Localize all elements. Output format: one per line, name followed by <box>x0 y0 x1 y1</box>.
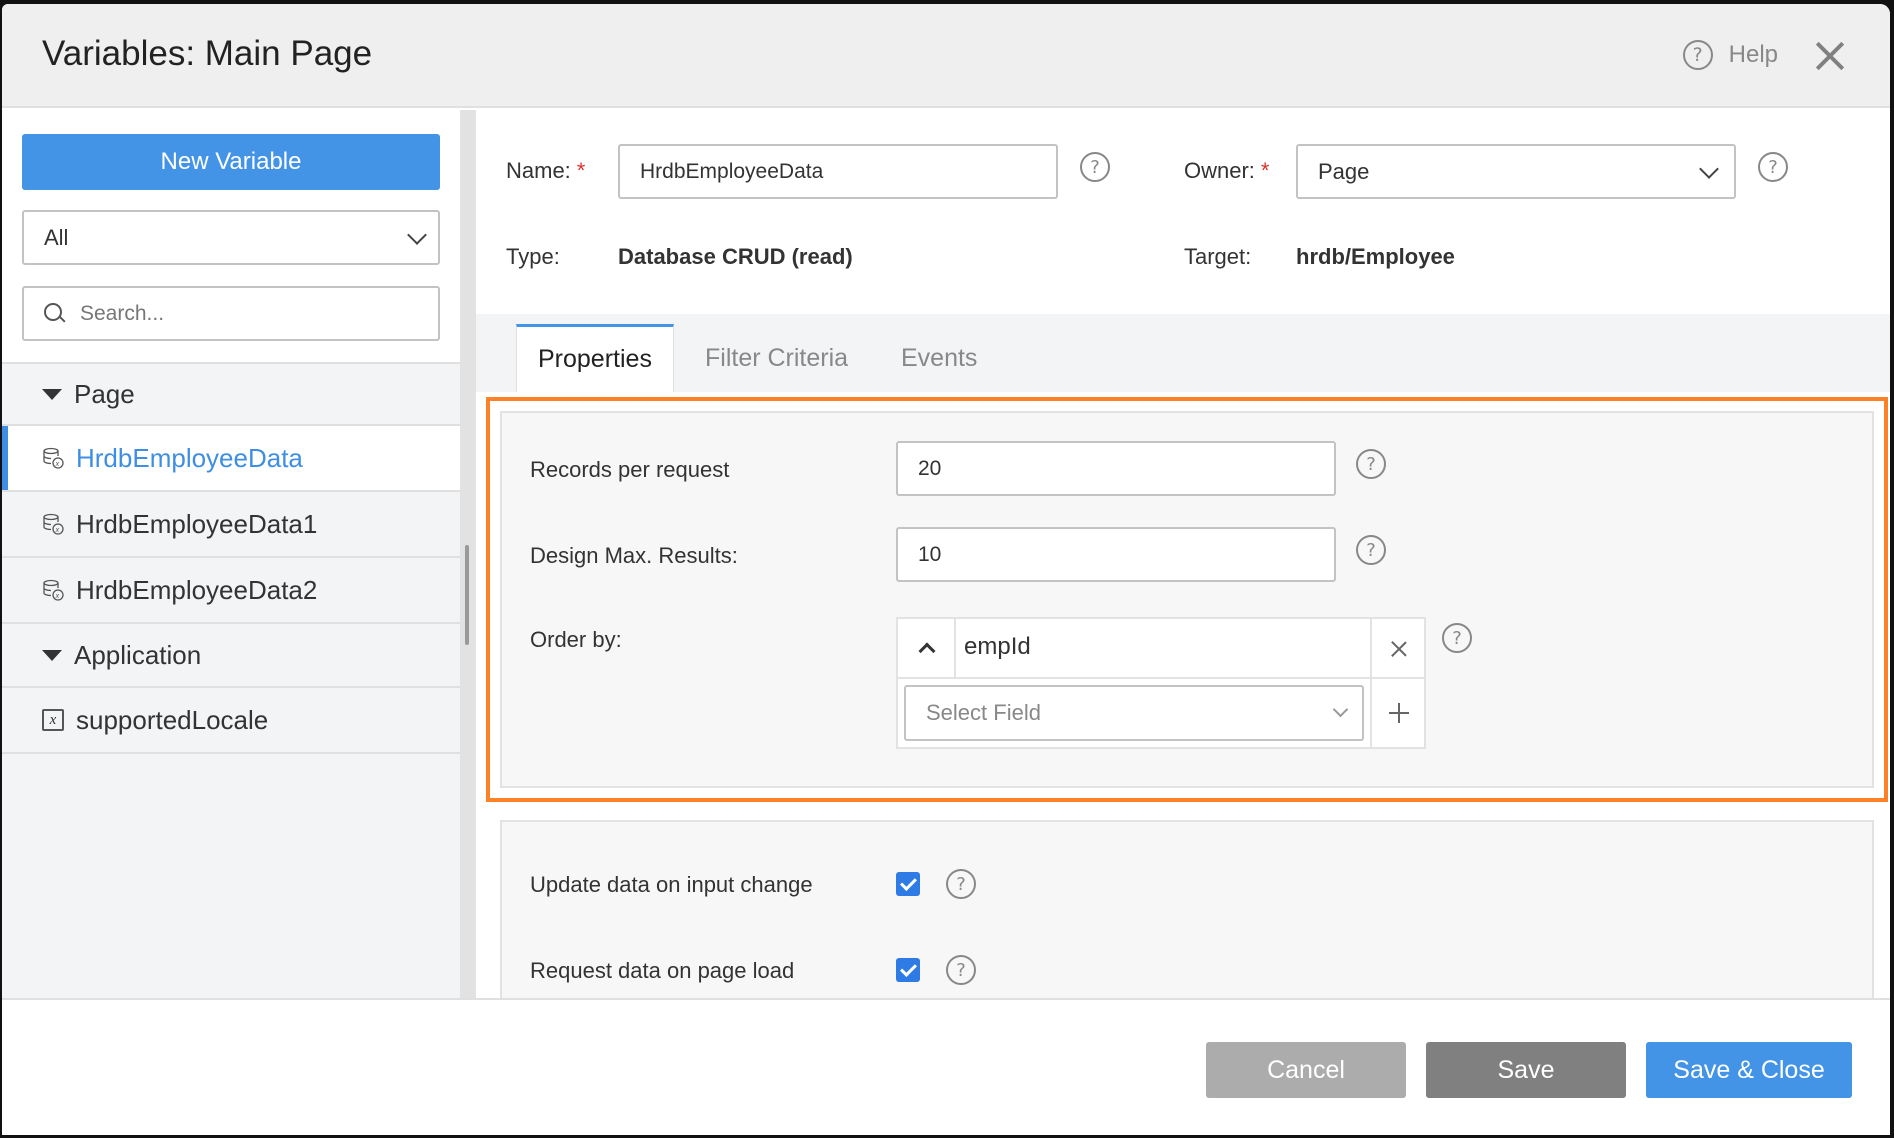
tab-events[interactable]: Events <box>901 324 977 392</box>
owner-help-icon[interactable]: ? <box>1758 152 1788 182</box>
search-input[interactable] <box>80 301 420 326</box>
dialog-title: Variables: Main Page <box>42 34 373 73</box>
required-mark: * <box>576 158 586 183</box>
order-by-field: empId <box>964 633 1031 660</box>
svg-text:x: x <box>55 527 60 534</box>
order-by-control: empId Select Field <box>896 617 1426 749</box>
variable-search[interactable] <box>22 286 440 341</box>
dialog-header: Variables: Main Page ? Help <box>2 4 1890 108</box>
tree-item-hrdbemployeedata[interactable]: x HrdbEmployeeData <box>2 426 460 492</box>
max-results-help-icon[interactable]: ? <box>1356 535 1386 565</box>
database-variable-icon: x <box>43 579 64 601</box>
dialog-footer: Cancel Save Save & Close <box>2 998 1890 1135</box>
variable-filter-select[interactable]: All <box>22 210 440 265</box>
records-per-request-label: Records per request <box>530 457 730 482</box>
sidebar-controls: New Variable All <box>2 110 460 364</box>
variable-filter-value: All <box>44 224 69 250</box>
svg-text:x: x <box>55 593 60 600</box>
required-mark: * <box>1260 158 1270 183</box>
chevron-down-icon <box>1332 701 1349 718</box>
owner-select[interactable]: Page <box>1296 144 1736 199</box>
editor-tabs: Properties Filter Criteria Events <box>476 314 1890 392</box>
variable-editor: Name:* ? Owner:* Page ? Type: Database C… <box>476 110 1890 1020</box>
tree-group-label: Application <box>74 639 202 670</box>
svg-text:x: x <box>55 461 60 468</box>
select-field-placeholder: Select Field <box>926 700 1041 725</box>
chevron-down-icon <box>407 225 427 245</box>
caret-down-icon <box>42 649 62 661</box>
order-by-label: Order by: <box>530 627 622 652</box>
variables-sidebar: New Variable All Page x HrdbEmployeeData… <box>2 110 460 1000</box>
chevron-down-icon <box>1699 159 1719 179</box>
search-icon <box>44 302 66 325</box>
name-label: Name: * <box>506 158 586 183</box>
name-input[interactable] <box>618 144 1058 199</box>
behavior-panel: Update data on input change ? Request da… <box>500 820 1874 1020</box>
model-variable-icon: x <box>42 709 64 731</box>
help-label: Help <box>1728 41 1778 68</box>
owner-value: Page <box>1318 158 1370 184</box>
help-link[interactable]: ? Help <box>1682 40 1778 70</box>
help-icon: ? <box>1682 40 1713 70</box>
select-field-dropdown[interactable]: Select Field <box>904 685 1364 741</box>
tree-item-hrdbemployeedata2[interactable]: x HrdbEmployeeData2 <box>2 558 460 624</box>
tab-filter-criteria[interactable]: Filter Criteria <box>705 324 848 392</box>
sort-ascending-icon[interactable] <box>898 619 956 677</box>
tree-item-supportedlocale[interactable]: x supportedLocale <box>2 688 460 754</box>
save-button[interactable]: Save <box>1426 1042 1626 1098</box>
remove-order-icon[interactable] <box>1370 619 1424 677</box>
tree-item-label: HrdbEmployeeData2 <box>76 574 318 605</box>
type-label: Type: <box>506 244 560 269</box>
scrollbar-thumb[interactable] <box>465 545 469 645</box>
database-variable-icon: x <box>43 447 64 469</box>
type-value: Database CRUD (read) <box>618 244 853 269</box>
tree-item-label: supportedLocale <box>76 704 269 735</box>
cancel-button[interactable]: Cancel <box>1206 1042 1406 1098</box>
name-help-icon[interactable]: ? <box>1080 152 1110 182</box>
save-and-close-button[interactable]: Save & Close <box>1646 1042 1852 1098</box>
target-value: hrdb/Employee <box>1296 244 1455 269</box>
request-on-load-label: Request data on page load <box>530 958 795 983</box>
records-per-request-input[interactable] <box>896 441 1336 496</box>
design-max-results-input[interactable] <box>896 527 1336 582</box>
sidebar-scrollbar[interactable] <box>460 110 476 1000</box>
close-icon[interactable] <box>1814 40 1846 72</box>
target-label: Target: <box>1184 244 1252 269</box>
tab-properties[interactable]: Properties <box>516 324 674 392</box>
new-variable-button[interactable]: New Variable <box>22 134 440 190</box>
request-on-load-checkbox[interactable] <box>896 958 920 982</box>
order-by-help-icon[interactable]: ? <box>1442 623 1472 653</box>
owner-label: Owner: * <box>1184 158 1270 183</box>
design-max-results-label: Design Max. Results: <box>530 543 738 568</box>
database-variable-icon: x <box>43 513 64 535</box>
tree-group-label: Page <box>74 378 135 409</box>
update-help-icon[interactable]: ? <box>946 869 976 899</box>
variables-dialog: Variables: Main Page ? Help New Variable… <box>2 4 1890 1135</box>
caret-down-icon <box>42 388 62 400</box>
order-by-row: empId <box>898 619 1424 679</box>
variable-tree: Page x HrdbEmployeeData x HrdbEmployeeDa… <box>2 362 460 754</box>
tree-item-label: HrdbEmployeeData <box>76 442 303 473</box>
tree-item-label: HrdbEmployeeData1 <box>76 508 318 539</box>
tree-item-hrdbemployeedata1[interactable]: x HrdbEmployeeData1 <box>2 492 460 558</box>
add-order-icon[interactable] <box>1370 679 1424 747</box>
highlight-box: Records per request ? Design Max. Result… <box>486 397 1888 802</box>
records-help-icon[interactable]: ? <box>1356 449 1386 479</box>
update-on-input-checkbox[interactable] <box>896 872 920 896</box>
tree-group-page[interactable]: Page <box>2 362 460 426</box>
request-help-icon[interactable]: ? <box>946 955 976 985</box>
query-settings-panel: Records per request ? Design Max. Result… <box>500 411 1874 788</box>
update-on-input-label: Update data on input change <box>530 872 813 897</box>
tree-group-application[interactable]: Application <box>2 624 460 688</box>
